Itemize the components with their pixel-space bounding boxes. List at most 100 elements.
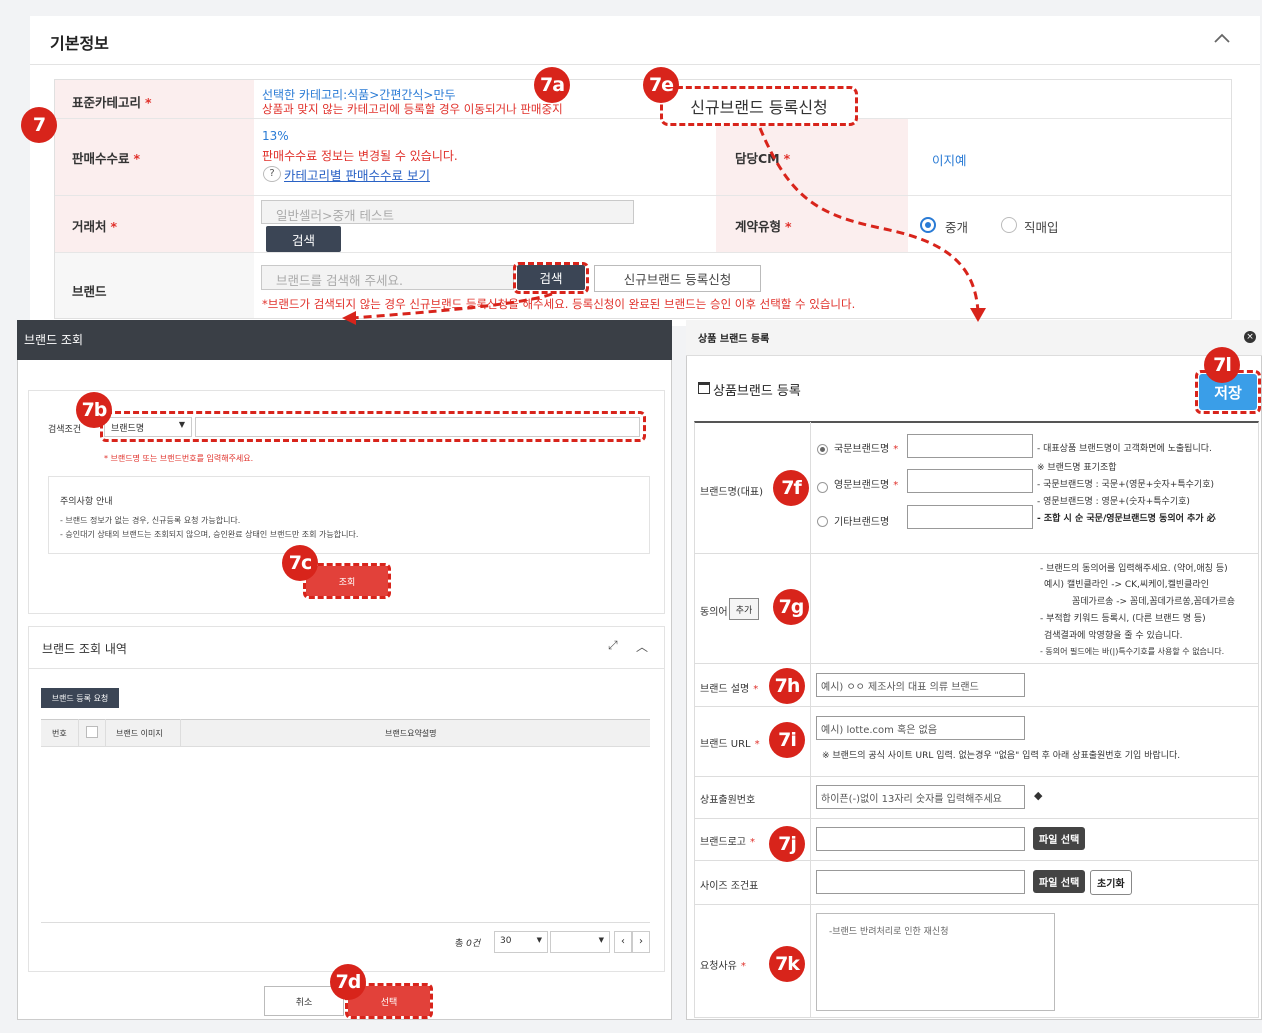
page-size-select[interactable]: 30 ▼ — [494, 931, 548, 953]
contract-radio-direct[interactable] — [1001, 217, 1017, 233]
size-chart-file-input[interactable] — [816, 870, 1025, 894]
vendor-search-button[interactable]: 검색 — [266, 226, 341, 252]
vendor-label: 거래처 * — [72, 219, 118, 234]
annotation-badge: 7i — [769, 722, 805, 758]
commission-rate: 13% — [262, 129, 289, 143]
search-condition-label: 검색조건 — [48, 425, 82, 435]
size-chart-file-button[interactable]: 파일 선택 — [1033, 870, 1086, 893]
annotation-badge: 7a — [534, 67, 570, 103]
logo-file-input[interactable] — [816, 827, 1025, 851]
synonym-note: - 부적합 키워드 등록시, (다른 브랜드 명 등) — [1040, 614, 1206, 624]
annotation-badge: 7e — [643, 67, 679, 103]
search-condition-select[interactable]: 브랜드명 ▼ — [104, 417, 192, 437]
annotation-badge: 7h — [769, 668, 805, 704]
brand-search-modal-title: 브랜드 조회 — [24, 333, 84, 347]
brand-desc-input[interactable]: 예시) ㅇㅇ 제조사의 대표 의류 브랜드 — [816, 673, 1025, 697]
option-other-label: 기타브랜드명 — [834, 517, 890, 528]
section-title: 기본정보 — [50, 34, 109, 53]
vendor-input[interactable]: 일반셀러>중개 테스트 — [261, 200, 634, 224]
synonym-label: 동의어 — [700, 607, 728, 618]
synonym-note: 검색결과에 악영향을 줄 수 있습니다. — [1044, 631, 1183, 641]
brand-search-button[interactable]: 검색 — [517, 265, 585, 290]
brand-search-modal-header — [17, 320, 672, 360]
name-note: - 국문브랜드명 : 국문+(영문+숫자+특수기호) — [1037, 480, 1214, 490]
register-heading: 상품브랜드 등록 — [713, 384, 801, 399]
reset-button[interactable]: 초기화 — [1090, 870, 1132, 895]
contract-option-label: 중개 — [945, 220, 969, 235]
brand-logo-label: 브랜드로고 * — [700, 837, 755, 848]
synonym-note: - 동의어 필드에는 바(|)특수기호를 사용할 수 없습니다. — [1040, 647, 1225, 656]
collapse-icon[interactable]: ︿ — [636, 638, 648, 655]
synonym-note: 꼼데가르송 -> 꼼데,꼼데가르쏭,꼼데가르숑 — [1072, 597, 1235, 607]
commission-note: 판매수수료 정보는 변경될 수 있습니다. — [262, 149, 458, 163]
column-header: 번호 — [52, 729, 67, 738]
collapse-icon[interactable] — [1212, 30, 1232, 46]
annotation-badge: 7 — [21, 107, 57, 143]
name-note: - 조합 시 순 국문/영문브랜드명 동의어 추가 必 — [1037, 514, 1216, 524]
radio-korean-name[interactable] — [817, 444, 828, 455]
commission-label: 판매수수료 * — [72, 151, 141, 166]
brand-register-modal-title: 상품 브랜드 등록 — [698, 334, 770, 345]
synonym-add-button[interactable]: 추가 — [729, 598, 759, 620]
select-all-checkbox[interactable] — [86, 726, 98, 738]
category-label: 표준카테고리 * — [72, 95, 152, 110]
md-label: 담당CM * — [735, 151, 791, 166]
register-request-button[interactable]: 브랜드 등록 요청 — [41, 688, 119, 708]
expand-icon[interactable]: ⤢ — [608, 638, 618, 653]
results-footer-line — [41, 922, 650, 923]
contract-radio-brokerage[interactable] — [920, 217, 936, 233]
annotation-badge: 7f — [773, 470, 809, 506]
annotation-badge: 7k — [769, 946, 805, 982]
results-divider — [28, 668, 665, 669]
option-english-label: 영문브랜드명 * — [834, 480, 899, 491]
page-select[interactable]: ▼ — [550, 931, 610, 953]
diamond-icon: ◆ — [1034, 789, 1043, 802]
name-note: - 대표상품 브랜드명이 고객화면에 노출됩니다. — [1037, 444, 1212, 454]
annotation-badge: 7g — [773, 589, 809, 625]
prev-page-button[interactable]: ‹ — [614, 931, 632, 953]
chevron-down-icon: ▼ — [598, 936, 604, 944]
radio-english-name[interactable] — [817, 482, 828, 493]
new-brand-callout: 신규브랜드 등록신청 — [660, 86, 858, 126]
trademark-input[interactable]: 하이픈(-)없이 13자리 숫자를 입력해주세요 — [816, 785, 1025, 809]
brand-desc-label: 브랜드 설명 * — [700, 684, 759, 695]
calendar-icon — [698, 382, 710, 394]
commission-link[interactable]: 카테고리별 판매수수료 보기 — [284, 165, 430, 184]
logo-file-button[interactable]: 파일 선택 — [1033, 827, 1086, 850]
reason-label: 요청사유 * — [700, 961, 746, 972]
close-icon[interactable]: × — [1244, 331, 1256, 343]
other-name-input[interactable] — [907, 505, 1033, 529]
brand-url-input[interactable]: 예시) lotte.com 혹은 없음 — [816, 716, 1025, 740]
brand-search-input[interactable]: 브랜드를 검색해 주세요. — [261, 265, 514, 290]
korean-name-input[interactable] — [907, 434, 1033, 458]
synonym-note: 예시) 캘빈클라인 -> CK,씨케이,켈빈클라인 — [1044, 580, 1209, 590]
column-header: 브랜드 이미지 — [116, 729, 163, 738]
results-box — [28, 626, 665, 972]
size-chart-label: 사이즈 조건표 — [700, 881, 759, 892]
radio-other-name[interactable] — [817, 516, 828, 527]
english-name-input[interactable] — [907, 469, 1033, 493]
brand-notice: *브랜드가 검색되지 않는 경우 신규브랜드 등록신청을 해주세요. 등록신청이… — [262, 297, 856, 311]
divider — [30, 64, 1260, 65]
url-note: ※ 브랜드의 공식 사이트 URL 입력. 없는경우 "없음" 입력 후 아래 … — [822, 751, 1181, 761]
new-brand-request-button[interactable]: 신규브랜드 등록신청 — [594, 265, 761, 292]
next-page-button[interactable]: › — [632, 931, 650, 953]
contract-label: 계약유형 * — [735, 219, 792, 234]
chevron-down-icon: ▼ — [536, 936, 542, 944]
annotation-badge: 7l — [1204, 347, 1240, 383]
annotation-badge: 7j — [769, 826, 805, 862]
reason-textarea[interactable]: -브랜드 반려처리로 인한 재신청 — [816, 913, 1055, 1011]
search-keyword-input[interactable] — [195, 417, 640, 437]
search-button[interactable]: 조회 — [306, 566, 388, 596]
column-header: 브랜드요약설명 — [385, 729, 437, 738]
name-note: - 영문브랜드명 : 영문+(숫자+특수기호) — [1037, 497, 1190, 507]
md-value: 이지예 — [932, 153, 967, 168]
brand-register-modal-header — [686, 320, 1262, 356]
brand-url-label: 브랜드 URL * — [700, 739, 760, 750]
help-icon[interactable]: ? — [263, 166, 281, 182]
name-note: ※ 브랜드명 표기조합 — [1037, 463, 1117, 473]
notice-title: 주의사항 안내 — [60, 497, 113, 507]
contract-option-label: 직매입 — [1024, 220, 1059, 235]
trademark-label: 상표출원번호 — [700, 795, 756, 806]
category-warning: 상품과 맞지 않는 카테고리에 등록할 경우 이동되거나 판매중지 — [262, 102, 563, 116]
